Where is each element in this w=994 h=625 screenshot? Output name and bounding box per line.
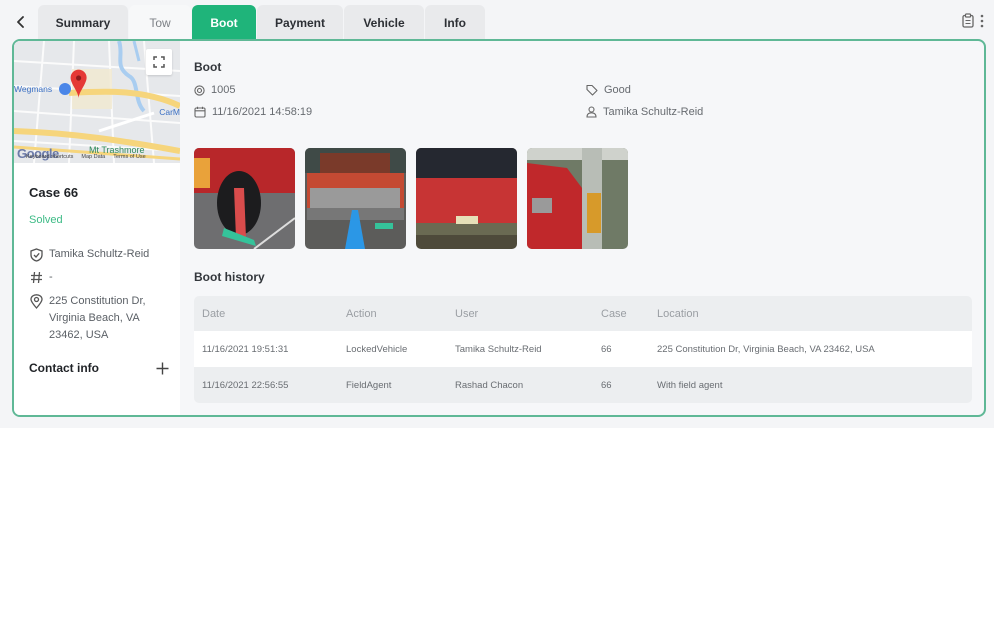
cell-action: LockedVehicle (346, 343, 408, 355)
map-keyboard-shortcuts-link[interactable]: Keyboard shortcuts (26, 154, 73, 160)
map-terms-link[interactable]: Terms of Use (113, 154, 145, 160)
target-icon (194, 84, 205, 96)
boot-photo-4[interactable] (527, 148, 628, 249)
cell-case: 66 (601, 343, 612, 355)
tab-tow[interactable]: Tow (129, 5, 191, 40)
case-reference: - (29, 269, 53, 286)
column-header-case[interactable]: Case (593, 308, 649, 320)
photo-booted-wheel (194, 148, 295, 249)
boot-photo-3[interactable] (416, 148, 517, 249)
chevron-left-icon (17, 16, 24, 28)
case-status-badge: Solved (29, 214, 63, 226)
boot-photo-1[interactable] (194, 148, 295, 249)
tab-payment[interactable]: Payment (257, 5, 343, 40)
boot-history-title: Boot history (194, 270, 265, 284)
case-address: 225 Constitution Dr, Virginia Beach, VA … (29, 293, 146, 344)
hash-icon (29, 269, 43, 286)
kebab-menu-icon (980, 14, 984, 27)
map-data-link[interactable]: Map Data (81, 154, 105, 160)
case-title: Case 66 (29, 185, 79, 200)
cell-user: Tamika Schultz-Reid (455, 343, 542, 355)
boot-user: Tamika Schultz-Reid (586, 106, 703, 118)
column-header-date[interactable]: Date (194, 308, 338, 320)
more-menu-button[interactable] (980, 14, 984, 28)
tab-vehicle[interactable]: Vehicle (344, 5, 424, 40)
photo-truck-side (527, 148, 628, 249)
toolbar-actions (962, 13, 984, 28)
cell-case: 66 (601, 379, 612, 391)
cell-date: 11/16/2021 22:56:55 (202, 379, 289, 391)
map-footer: Keyboard shortcuts Map Data Terms of Use (26, 154, 146, 160)
map-label-carmax: CarM (159, 107, 180, 117)
case-reference-value: - (49, 271, 53, 283)
boot-condition: Good (586, 84, 631, 96)
add-contact-button[interactable] (156, 362, 169, 375)
cell-user: Rashad Chacon (455, 379, 524, 391)
clipboard-button[interactable] (962, 13, 974, 28)
contact-info-section: Contact info (29, 361, 169, 375)
cell-location: 225 Constitution Dr, Virginia Beach, VA … (657, 343, 875, 355)
location-map[interactable]: Wegmans CarM Mt Trashmore Google Keyboar… (14, 41, 180, 163)
boot-photos (194, 148, 628, 249)
app-container: Summary Tow Boot Payment Vehicle Info We… (0, 0, 994, 428)
boot-section-title: Boot (194, 60, 222, 74)
calendar-icon (194, 106, 206, 118)
location-pin-icon (29, 293, 43, 310)
tab-info[interactable]: Info (425, 5, 485, 40)
cell-date: 11/16/2021 19:51:31 (202, 343, 289, 355)
tab-summary[interactable]: Summary (38, 5, 128, 40)
map-label-wegmans: Wegmans (14, 84, 53, 94)
cell-location: With field agent (657, 379, 723, 391)
user-icon (586, 106, 597, 118)
column-header-action[interactable]: Action (338, 308, 447, 320)
photo-truck-front (305, 148, 406, 249)
column-header-user[interactable]: User (447, 308, 593, 320)
case-assignee: Tamika Schultz-Reid (29, 246, 149, 263)
plus-icon (156, 362, 169, 374)
clipboard-icon (962, 13, 974, 28)
table-header: Date Action User Case Location (194, 296, 972, 331)
boot-id: 1005 (194, 84, 235, 96)
table-row[interactable]: 11/16/2021 19:51:31 LockedVehicle Tamika… (194, 331, 972, 367)
photo-truck-rear (416, 148, 517, 249)
contact-info-title: Contact info (29, 361, 99, 375)
tab-boot[interactable]: Boot (192, 5, 256, 40)
shield-check-icon (29, 246, 43, 263)
tab-bar: Summary Tow Boot Payment Vehicle Info (0, 0, 994, 40)
back-button[interactable] (12, 12, 30, 32)
boot-photo-2[interactable] (305, 148, 406, 249)
column-header-location[interactable]: Location (649, 308, 972, 320)
boot-detail-card: Wegmans CarM Mt Trashmore Google Keyboar… (12, 39, 986, 417)
fullscreen-icon (153, 56, 165, 68)
cell-action: FieldAgent (346, 379, 392, 391)
map-fullscreen-button[interactable] (146, 49, 172, 75)
tag-icon (586, 84, 598, 96)
case-assignee-name: Tamika Schultz-Reid (49, 248, 150, 260)
case-address-text: 225 Constitution Dr, Virginia Beach, VA … (49, 295, 146, 341)
boot-datetime: 11/16/2021 14:58:19 (194, 106, 312, 118)
tabs: Summary Tow Boot Payment Vehicle Info (38, 5, 486, 40)
boot-content: Boot 1005 11/16/2021 14:58:19 Good Tamik… (180, 41, 984, 415)
table-row[interactable]: 11/16/2021 22:56:55 FieldAgent Rashad Ch… (194, 367, 972, 403)
case-sidebar: Wegmans CarM Mt Trashmore Google Keyboar… (14, 41, 180, 415)
boot-history-table: Date Action User Case Location 11/16/202… (194, 296, 972, 403)
